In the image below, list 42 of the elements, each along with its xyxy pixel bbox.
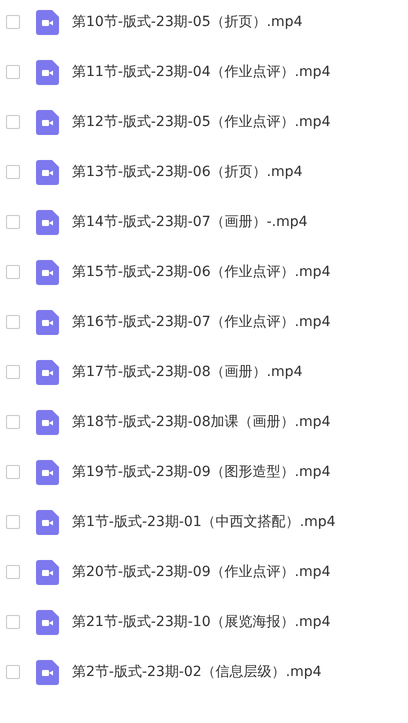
video-file-icon: [36, 260, 59, 284]
video-file-icon: [36, 610, 59, 634]
checkbox[interactable]: [6, 565, 20, 579]
checkbox[interactable]: [6, 415, 20, 429]
checkbox[interactable]: [6, 465, 20, 479]
file-name[interactable]: 第12节-版式-23期-05（作业点评）.mp4: [72, 113, 330, 131]
checkbox[interactable]: [6, 315, 20, 329]
video-file-icon: [36, 210, 59, 234]
file-name[interactable]: 第18节-版式-23期-08加课（画册）.mp4: [72, 413, 330, 431]
checkbox[interactable]: [6, 365, 20, 379]
video-file-icon: [36, 460, 59, 484]
video-file-icon: [36, 10, 59, 34]
checkbox[interactable]: [6, 65, 20, 79]
video-file-icon: [36, 660, 59, 684]
file-name[interactable]: 第19节-版式-23期-09（图形造型）.mp4: [72, 463, 330, 481]
video-file-icon: [36, 560, 59, 584]
video-file-icon: [36, 410, 59, 434]
checkbox[interactable]: [6, 115, 20, 129]
file-name[interactable]: 第17节-版式-23期-08（画册）.mp4: [72, 363, 302, 381]
file-name[interactable]: 第14节-版式-23期-07（画册）-.mp4: [72, 213, 308, 231]
checkbox[interactable]: [6, 515, 20, 529]
file-name[interactable]: 第10节-版式-23期-05（折页）.mp4: [72, 13, 302, 31]
video-file-icon: [36, 110, 59, 134]
checkbox[interactable]: [6, 15, 20, 29]
video-file-icon: [36, 60, 59, 84]
checkbox[interactable]: [6, 615, 20, 629]
video-file-icon: [36, 360, 59, 384]
file-name[interactable]: 第21节-版式-23期-10（展览海报）.mp4: [72, 613, 330, 631]
checkbox[interactable]: [6, 665, 20, 679]
file-name[interactable]: 第20节-版式-23期-09（作业点评）.mp4: [72, 563, 330, 581]
video-file-icon: [36, 310, 59, 334]
file-name[interactable]: 第15节-版式-23期-06（作业点评）.mp4: [72, 263, 330, 281]
file-name[interactable]: 第1节-版式-23期-01（中西文搭配）.mp4: [72, 513, 336, 531]
checkbox[interactable]: [6, 165, 20, 179]
file-name[interactable]: 第13节-版式-23期-06（折页）.mp4: [72, 163, 302, 181]
file-name[interactable]: 第16节-版式-23期-07（作业点评）.mp4: [72, 313, 330, 331]
checkbox[interactable]: [6, 215, 20, 229]
file-name[interactable]: 第11节-版式-23期-04（作业点评）.mp4: [72, 63, 330, 81]
video-file-icon: [36, 160, 59, 184]
file-name[interactable]: 第2节-版式-23期-02（信息层级）.mp4: [72, 663, 322, 681]
checkbox[interactable]: [6, 265, 20, 279]
video-file-icon: [36, 510, 59, 534]
